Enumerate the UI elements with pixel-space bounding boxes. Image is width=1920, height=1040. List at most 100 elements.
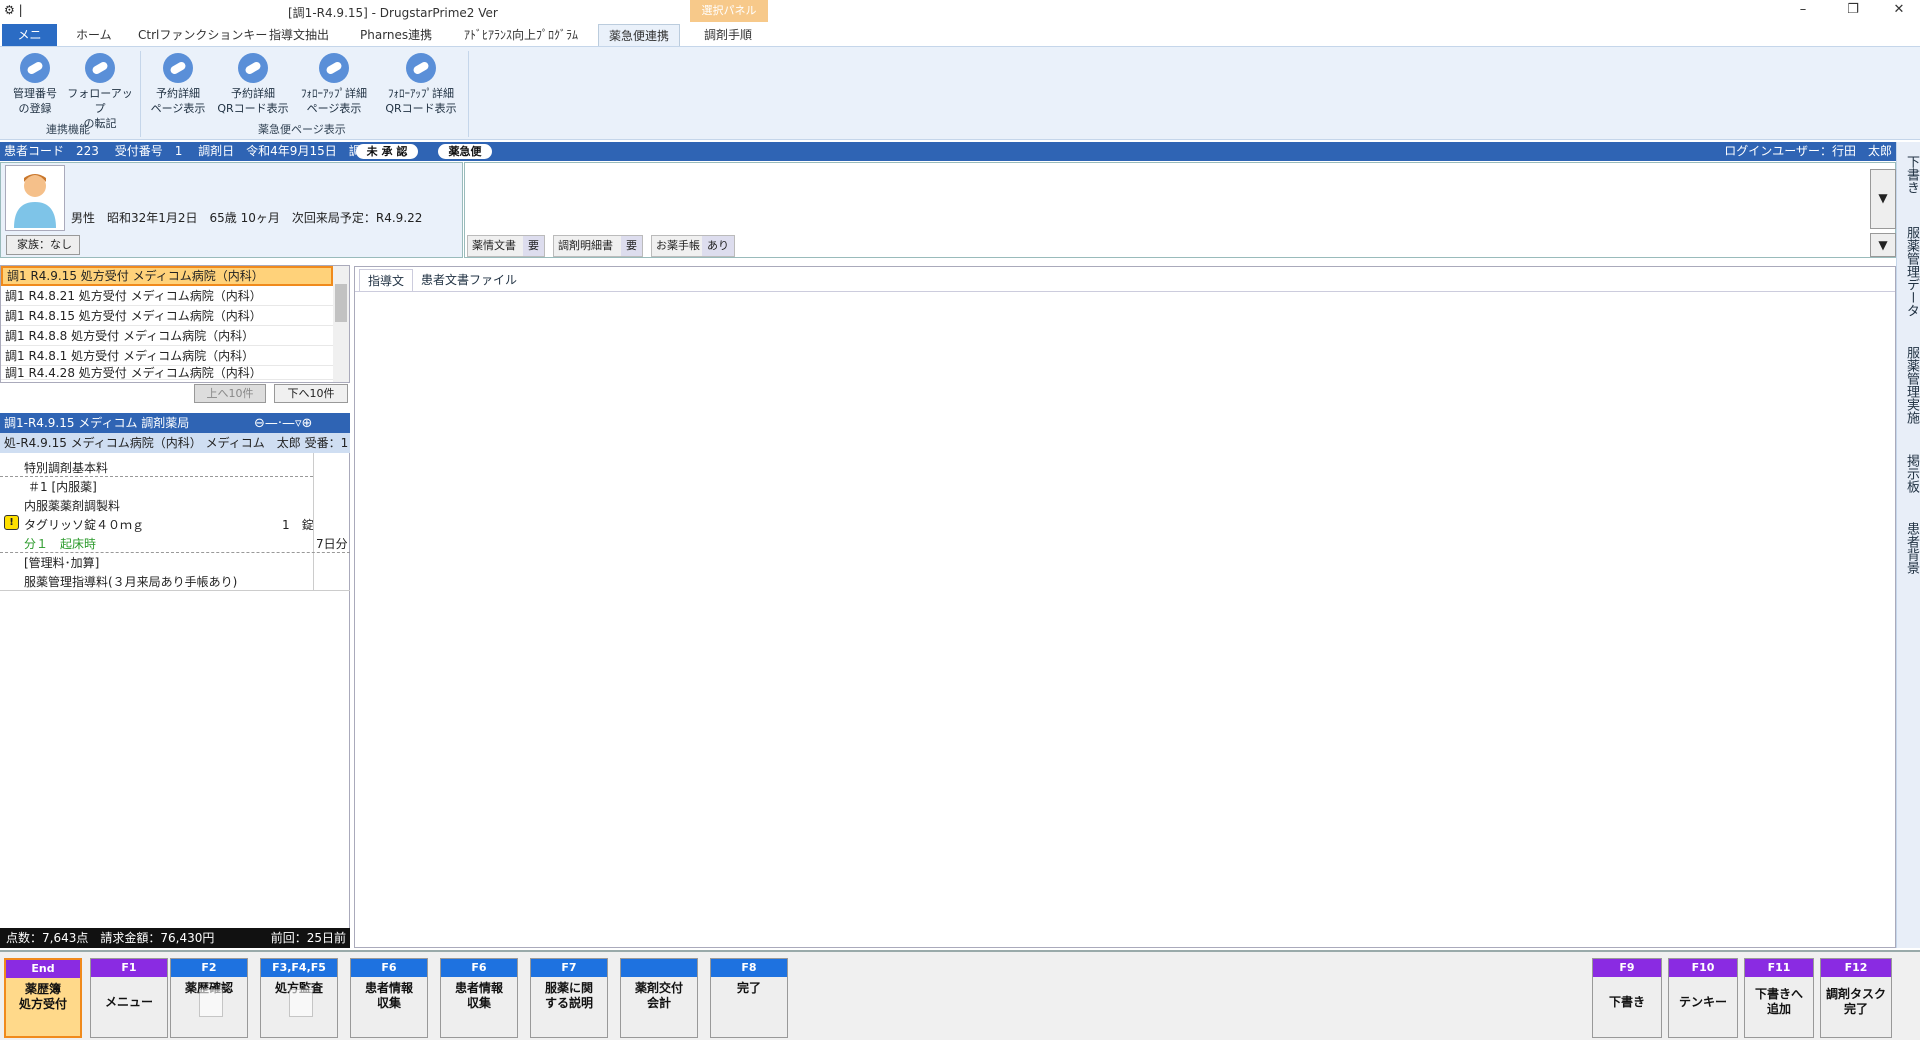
button-label: 予約詳細 ページ表示 — [150, 87, 206, 115]
list-item[interactable]: 調1 R4.8.1 処方受付 メディコム病院（内科） — [1, 346, 333, 366]
minimize-icon[interactable]: – — [1788, 2, 1818, 17]
list-item[interactable]: 調1 R4.8.21 処方受付 メディコム病院（内科） — [1, 286, 333, 306]
app-icon[interactable]: ⚙ | — [4, 3, 23, 17]
flag-value: 要 — [523, 236, 544, 256]
title-bar: ⚙ | [調1-R4.9.15] - DrugstarPrime2 Ver – … — [0, 0, 1920, 22]
flag-label: 薬情文書 — [472, 239, 516, 252]
divider — [0, 552, 350, 553]
rx-line: 特別調剤基本料 — [24, 461, 109, 475]
list-item[interactable]: 調1 R4.8.8 処方受付 メディコム病院（内科） — [1, 326, 333, 346]
rx-line: 服薬管理指導料(３月来局あり手帳あり) — [24, 575, 238, 589]
key-label: F9 — [1593, 959, 1661, 977]
f7-explain-button[interactable]: F7 服薬に関 する説明 — [530, 958, 608, 1038]
tab-adherence[interactable]: ｱﾄﾞﾋｱﾗﾝｽ向上ﾌﾟﾛｸﾞﾗﾑ — [454, 24, 588, 47]
flag-drug-info[interactable]: 薬情文書要 — [467, 235, 545, 257]
tab-yakkyu[interactable]: 薬急便連携 — [598, 24, 681, 47]
key-caption: 下書き — [1608, 995, 1645, 1009]
key-label: F3,F4,F5 — [261, 959, 337, 977]
followup-page-button[interactable]: ﾌｫﾛｰｱｯﾌﾟ詳細 ページ表示 — [294, 53, 374, 116]
zoom-slider[interactable]: ⊖—·—▿⊕ — [254, 414, 312, 434]
chevron-down-icon[interactable]: ▼ — [1870, 169, 1896, 229]
tab-home[interactable]: ホーム — [66, 24, 122, 47]
f6-info-button-2[interactable]: F6 患者情報 収集 — [440, 958, 518, 1038]
history-list: 調1 R4.9.15 処方受付 メディコム病院（内科） 調1 R4.8.21 処… — [0, 265, 350, 383]
f6-info-button[interactable]: F6 患者情報 収集 — [350, 958, 428, 1038]
group-separator — [468, 51, 469, 137]
key-label: End — [6, 960, 80, 978]
dispense-checkout-button[interactable]: 薬剤交付 会計 — [620, 958, 698, 1038]
side-tab-board[interactable]: 掲示板 — [1897, 442, 1920, 498]
flag-statement[interactable]: 調剤明細書要 — [553, 235, 643, 257]
pill-icon — [20, 53, 50, 83]
reservation-qr-button[interactable]: 予約詳細 QRコード表示 — [214, 53, 292, 116]
close-icon[interactable]: ✕ — [1884, 2, 1914, 17]
side-tab-med-data[interactable]: 服薬管理データ — [1897, 214, 1920, 322]
scrollbar-thumb[interactable] — [335, 284, 347, 322]
f2-history-button[interactable]: F2 薬歴確認 — [170, 958, 248, 1038]
key-caption: 下書きへ 追加 — [1754, 987, 1803, 1016]
side-tab-med-exec[interactable]: 服薬管理実施 — [1897, 332, 1920, 432]
pill-icon — [238, 53, 268, 83]
magnifier-icon — [289, 989, 313, 1017]
divider — [0, 590, 350, 591]
f3-audit-button[interactable]: F3,F4,F5 処方監査 — [260, 958, 338, 1038]
followup-qr-button[interactable]: ﾌｫﾛｰｱｯﾌﾟ詳細 QRコード表示 — [380, 53, 462, 116]
flag-value: あり — [702, 236, 734, 256]
ribbon-panel: 管理番号 の登録 フォローアップ の転記 予約詳細 ページ表示 予約詳細 QRコ… — [0, 46, 1920, 140]
family-field[interactable]: 家族：なし — [6, 235, 80, 255]
tab-menu[interactable]: メニュー — [2, 24, 57, 65]
divider — [355, 291, 1895, 292]
side-tab-background[interactable]: 患者背景 — [1897, 508, 1920, 582]
tab-procedure[interactable]: 調剤手順 — [694, 24, 762, 47]
button-label: 管理番号 の登録 — [13, 87, 57, 115]
f1-menu-button[interactable]: F1 メニュー — [90, 958, 168, 1038]
tab-guide-extract[interactable]: 指導文抽出 — [259, 24, 339, 47]
drug-days: 7日分 — [316, 537, 348, 551]
list-item[interactable]: 調1 R4.9.15 処方受付 メディコム病院（内科） — [1, 266, 333, 286]
status-badge: 未 承 認 — [356, 144, 418, 159]
side-tab-draft[interactable]: 下書き — [1897, 146, 1920, 196]
pill-icon — [163, 53, 193, 83]
pill-icon — [85, 53, 115, 83]
followup-transfer-button[interactable]: フォローアップ の転記 — [64, 53, 136, 131]
button-label: ﾌｫﾛｰｱｯﾌﾟ詳細 ページ表示 — [301, 87, 367, 115]
group-separator — [140, 51, 141, 137]
tab-ctrl-function[interactable]: Ctrlファンクションキー — [128, 24, 277, 47]
key-label: F2 — [171, 959, 247, 977]
restore-icon[interactable]: ❐ — [1838, 2, 1868, 17]
login-user: ログインユーザー：行田 太郎 — [1724, 144, 1892, 158]
list-item[interactable]: 調1 R4.8.15 処方受付 メディコム病院（内科） — [1, 306, 333, 326]
reservation-page-button[interactable]: 予約詳細 ページ表示 — [144, 53, 212, 116]
tab-patient-docs[interactable]: 患者文書ファイル — [413, 269, 525, 291]
f8-complete-button[interactable]: F8 完了 — [710, 958, 788, 1038]
guidance-panel: 指導文 患者文書ファイル — [354, 266, 1896, 948]
prescription-title: 調1-R4.9.15 メディコム 調剤薬局 — [4, 416, 190, 430]
group-label-yakkyu-pages: 薬急便ページ表示 — [258, 123, 346, 136]
memo-panel[interactable]: ▼ ▼ 薬情文書要 調剤明細書要 お薬手帳 あり — [464, 162, 1896, 258]
tab-guidance[interactable]: 指導文 — [359, 269, 414, 291]
drug-name[interactable]: タグリッソ錠４０ｍｇ — [24, 516, 144, 533]
avatar — [5, 165, 65, 231]
next-page-button[interactable]: 下へ10件 — [274, 384, 348, 403]
flag-notebook[interactable]: お薬手帳 あり — [651, 235, 735, 257]
person-icon — [14, 174, 56, 228]
f10-tenkey-button[interactable]: F10 テンキー — [1668, 958, 1738, 1038]
register-number-button[interactable]: 管理番号 の登録 — [0, 53, 70, 116]
key-caption: 服薬に関 する説明 — [544, 981, 593, 1010]
f11-add-draft-button[interactable]: F11 下書きへ 追加 — [1744, 958, 1814, 1038]
end-key-button[interactable]: End 薬歴簿 処方受付 — [4, 958, 82, 1038]
group-label-linkage: 連携機能 — [46, 123, 90, 136]
flag-label: お薬手帳 — [656, 239, 700, 252]
rx-line: ＃1 [内服薬] — [28, 480, 97, 494]
f12-task-complete-button[interactable]: F12 調剤タスク 完了 — [1820, 958, 1892, 1038]
scrollbar[interactable] — [333, 266, 349, 382]
yakkyu-badge: 薬急便 — [438, 144, 492, 159]
list-item[interactable]: 調1 R4.4.28 処方受付 メディコム病院（内科） — [1, 366, 333, 380]
divider — [0, 476, 313, 477]
f9-draft-button[interactable]: F9 下書き — [1592, 958, 1662, 1038]
chevron-down-icon[interactable]: ▼ — [1870, 233, 1896, 257]
prev-page-button[interactable]: 上へ10件 — [194, 384, 266, 403]
key-caption: メニュー — [104, 995, 153, 1009]
tab-pharnes[interactable]: Pharnes連携 — [350, 24, 442, 47]
warning-icon[interactable]: ! — [4, 515, 19, 530]
